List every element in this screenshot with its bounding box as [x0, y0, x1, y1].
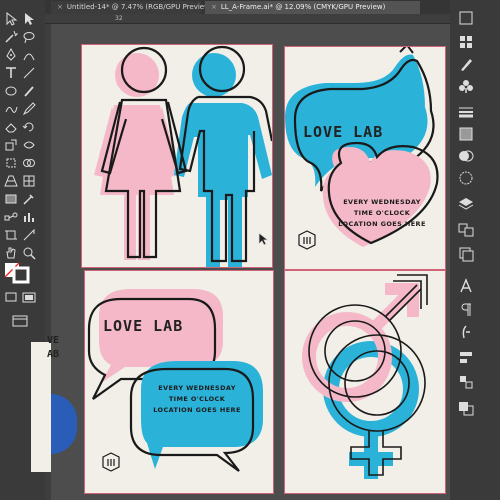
- scale-tool-icon[interactable]: [4, 138, 18, 152]
- draw-mode-icon[interactable]: [4, 290, 18, 304]
- rotate-tool-icon[interactable]: [22, 120, 36, 134]
- tab-label: Untitled-14* @ 7.47% (RGB/GPU Preview): [66, 3, 213, 11]
- gradient-icon[interactable]: [4, 192, 18, 206]
- logo-badge: [102, 452, 120, 472]
- poster-detail-line: TIME O'CLOCK: [353, 209, 411, 217]
- document-tab-bar: × Untitled-14* @ 7.47% (RGB/GPU Preview) …: [45, 0, 450, 14]
- pencil-icon[interactable]: [22, 102, 36, 116]
- brushes-icon[interactable]: [456, 56, 476, 72]
- poster-title: LOVE LAB: [303, 123, 384, 141]
- width-tool-icon[interactable]: [22, 138, 36, 152]
- shaper-tool-icon[interactable]: [4, 102, 18, 116]
- column-graph-icon[interactable]: [22, 210, 36, 224]
- poster-details: EVERY WEDNESDAY TIME O'CLOCK LOCATION GO…: [335, 197, 429, 230]
- symbols-icon[interactable]: [456, 78, 476, 94]
- ruler-mark: 32: [115, 15, 123, 22]
- mesh-tool-icon[interactable]: [22, 174, 36, 188]
- artboard-love-lab-top[interactable]: LOVE LAB EVERY WEDNESDAY TIME O'CLOCK LO…: [284, 46, 446, 270]
- logo-badge: [298, 230, 316, 250]
- speech-bubble-illustration: [87, 289, 263, 472]
- selection-tool-icon[interactable]: [4, 12, 18, 26]
- tab-label: LL_A-Frame.ai* @ 12.09% (CMYK/GPU Previe…: [220, 3, 386, 11]
- paragraph-icon[interactable]: [456, 302, 476, 318]
- transparency-icon[interactable]: [456, 148, 476, 164]
- pathfinder-icon[interactable]: [456, 400, 476, 416]
- poster-detail-line: EVERY WEDNESDAY: [158, 384, 236, 392]
- offscreen-shape: [51, 394, 77, 454]
- artboards-panel-icon[interactable]: [456, 222, 476, 238]
- opentype-icon[interactable]: [456, 324, 476, 340]
- swatches-icon[interactable]: [456, 34, 476, 50]
- perspective-grid-icon[interactable]: [4, 174, 18, 188]
- artboard-love-lab-bottom[interactable]: LOVE LAB EVERY WEDNESDAY TIME O'CLOCK LO…: [84, 270, 274, 494]
- close-icon[interactable]: ×: [211, 3, 217, 11]
- transform-icon[interactable]: [456, 374, 476, 390]
- panels-dock: [450, 0, 500, 500]
- layers-icon[interactable]: [456, 196, 476, 212]
- balloon-illustration: [285, 47, 439, 250]
- offscreen-text-line: AB: [47, 349, 60, 360]
- poster-details: EVERY WEDNESDAY TIME O'CLOCK LOCATION GO…: [145, 383, 249, 416]
- shape-builder-icon[interactable]: [22, 156, 36, 170]
- rectangle-tool-icon[interactable]: [4, 84, 18, 98]
- gradient-panel-icon[interactable]: [456, 126, 476, 142]
- curvature-tool-icon[interactable]: [22, 48, 36, 62]
- free-transform-icon[interactable]: [4, 156, 18, 170]
- layers-icon[interactable]: [456, 246, 476, 262]
- character-icon[interactable]: [456, 278, 476, 294]
- magic-wand-icon[interactable]: [4, 30, 18, 44]
- zoom-tool-icon[interactable]: [22, 246, 36, 260]
- direct-selection-tool-icon[interactable]: [22, 12, 36, 26]
- tab-ll-a-frame[interactable]: × LL_A-Frame.ai* @ 12.09% (CMYK/GPU Previ…: [205, 1, 420, 14]
- eraser-icon[interactable]: [4, 120, 18, 134]
- poster-detail-line: TIME O'CLOCK: [168, 395, 226, 403]
- appearance-icon[interactable]: [456, 170, 476, 186]
- line-tool-icon[interactable]: [22, 66, 36, 80]
- stroke-panel-icon[interactable]: [456, 104, 476, 120]
- people-illustration: [94, 45, 274, 267]
- eyedropper-icon[interactable]: [22, 192, 36, 206]
- mouse-cursor-icon: [258, 232, 270, 246]
- poster-title: LOVE LAB: [103, 317, 184, 335]
- fill-stroke-icon[interactable]: [4, 262, 30, 284]
- canvas[interactable]: VE AB LOVE LAB EVERY WEDNESDAY TIME O'CL…: [31, 24, 450, 500]
- color-panel-icon[interactable]: [456, 10, 476, 26]
- screen-mode-icon[interactable]: [22, 290, 36, 304]
- poster-detail-line: LOCATION GOES HERE: [153, 406, 241, 414]
- close-icon[interactable]: ×: [57, 3, 63, 11]
- tab-untitled-14[interactable]: × Untitled-14* @ 7.47% (RGB/GPU Preview): [51, 1, 213, 14]
- hand-tool-icon[interactable]: [4, 246, 18, 260]
- artboard-people[interactable]: [81, 44, 274, 268]
- horizontal-ruler[interactable]: 32: [45, 14, 450, 24]
- gender-symbols-illustration: [302, 274, 428, 479]
- slice-tool-icon[interactable]: [22, 228, 36, 242]
- poster-detail-line: LOCATION GOES HERE: [338, 220, 426, 228]
- offscreen-text: VE AB: [47, 334, 59, 362]
- align-icon[interactable]: [456, 350, 476, 366]
- poster-detail-line: EVERY WEDNESDAY: [343, 198, 421, 206]
- lasso-icon[interactable]: [22, 30, 36, 44]
- artboard-gender-symbols[interactable]: [284, 270, 446, 494]
- artboard-tool-icon[interactable]: [4, 228, 18, 242]
- pen-tool-icon[interactable]: [4, 48, 18, 62]
- blend-tool-icon[interactable]: [4, 210, 18, 224]
- offscreen-text-line: VE: [47, 335, 60, 346]
- type-tool-icon[interactable]: [4, 66, 18, 80]
- paintbrush-icon[interactable]: [22, 84, 36, 98]
- screen-mode-icon[interactable]: [12, 315, 28, 327]
